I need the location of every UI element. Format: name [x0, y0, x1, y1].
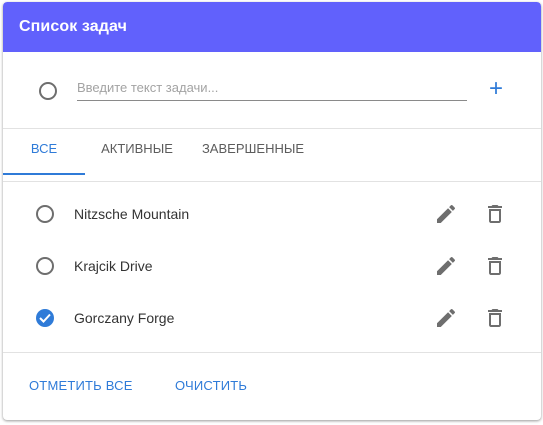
trash-icon: [488, 205, 502, 223]
checkmark-icon: [39, 313, 51, 323]
pencil-icon: [437, 308, 456, 327]
task-label: Gorczany Forge: [74, 310, 175, 326]
new-task-field: [77, 76, 467, 101]
task-checkbox-checked[interactable]: [36, 309, 54, 327]
clear-button[interactable]: ОЧИСТИТЬ: [175, 378, 247, 393]
trash-icon: [488, 257, 502, 275]
task-label: Nitzsche Mountain: [74, 206, 190, 222]
pencil-icon: [437, 204, 456, 223]
task-list: Nitzsche Mountain Krajcik Drive Gorczany…: [3, 182, 541, 353]
todo-card: Список задач + ВСЕ АКТИВНЫЕ ЗАВЕРШЕННЫЕ …: [3, 2, 541, 420]
card-footer: ОТМЕТИТЬ ВСЕ ОЧИСТИТЬ: [3, 353, 541, 420]
task-label: Krajcik Drive: [74, 258, 153, 274]
edit-task-button[interactable]: [434, 254, 458, 278]
delete-task-button[interactable]: [483, 306, 507, 330]
add-task-button[interactable]: +: [485, 77, 507, 101]
task-checkbox[interactable]: [36, 205, 54, 223]
card-header: Список задач: [3, 2, 541, 52]
page-title: Список задач: [19, 18, 127, 35]
new-task-input[interactable]: [77, 76, 467, 98]
delete-task-button[interactable]: [483, 202, 507, 226]
task-item: Krajcik Drive: [3, 234, 541, 286]
task-checkbox[interactable]: [36, 257, 54, 275]
tab-completed[interactable]: ЗАВЕРШЕННЫЕ: [193, 129, 313, 173]
new-task-row: +: [3, 52, 541, 129]
task-item: Gorczany Forge: [3, 286, 541, 338]
mark-all-button[interactable]: ОТМЕТИТЬ ВСЕ: [29, 378, 133, 393]
task-item: Nitzsche Mountain: [3, 182, 541, 234]
new-task-radio-icon: [39, 82, 57, 100]
tab-active[interactable]: АКТИВНЫЕ: [87, 129, 187, 173]
edit-task-button[interactable]: [434, 306, 458, 330]
edit-task-button[interactable]: [434, 202, 458, 226]
trash-icon: [488, 309, 502, 327]
delete-task-button[interactable]: [483, 254, 507, 278]
tab-all[interactable]: ВСЕ: [3, 129, 85, 175]
pencil-icon: [437, 256, 456, 275]
filter-tabs: ВСЕ АКТИВНЫЕ ЗАВЕРШЕННЫЕ: [3, 129, 541, 182]
